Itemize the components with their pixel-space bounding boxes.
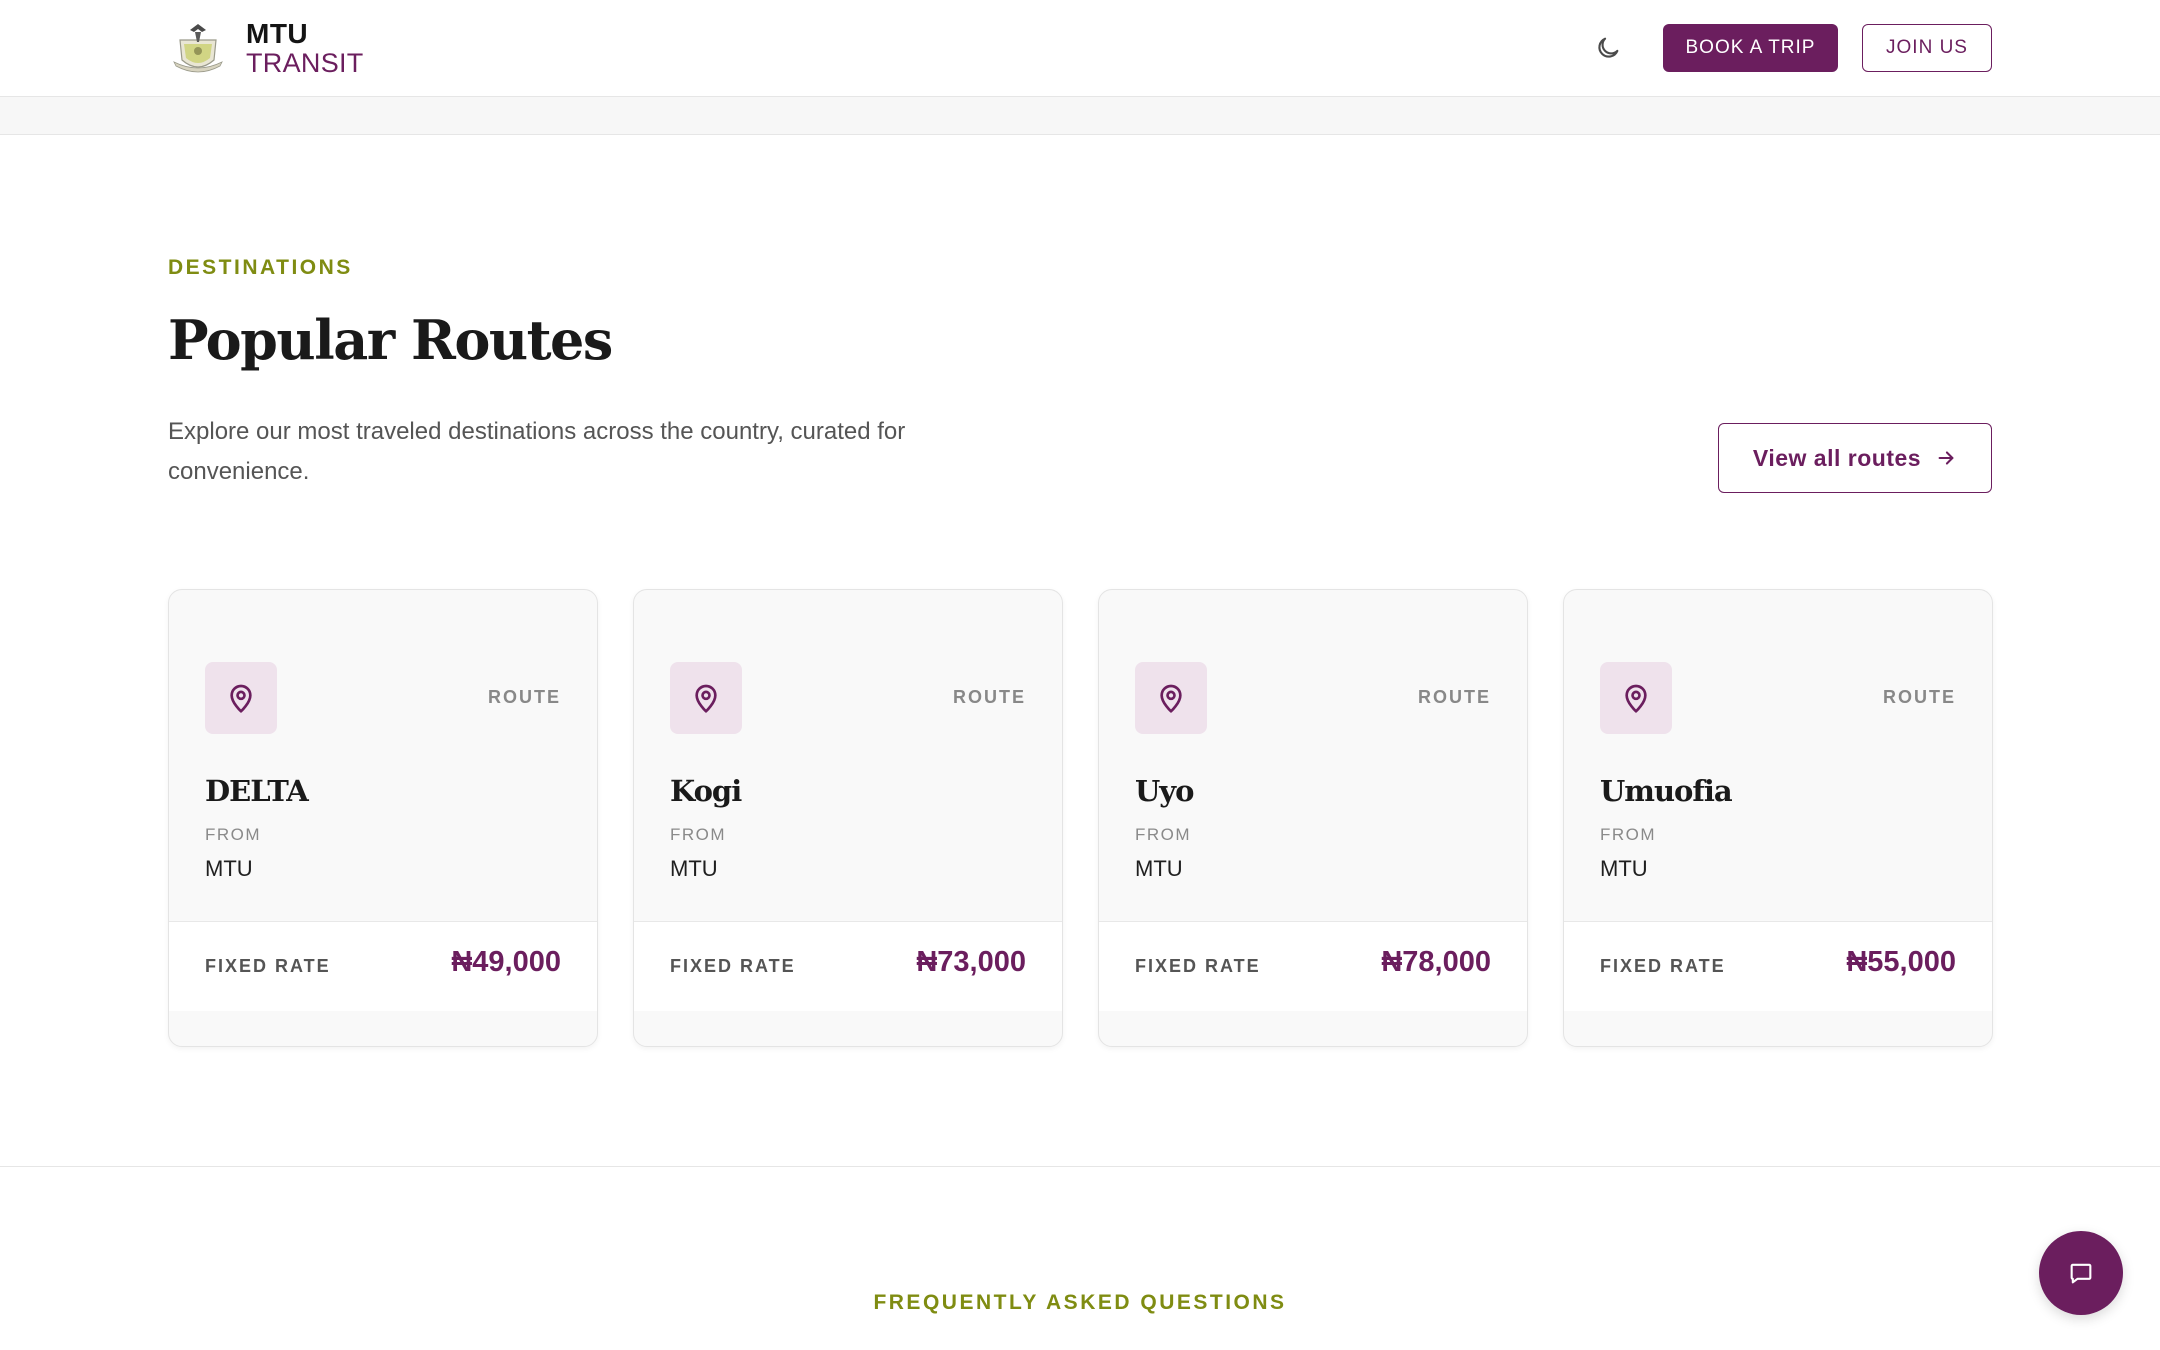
route-icon-badge [1600, 662, 1672, 734]
section-divider [0, 1166, 2160, 1167]
brand-line-transit: TRANSIT [246, 47, 364, 78]
route-price: ₦55,000 [1846, 946, 1956, 978]
map-pin-icon [1160, 684, 1182, 713]
brand-line-mtu: MTU [246, 17, 309, 49]
route-card[interactable]: ROUTE Kogi FROM MTU FIXED RATE ₦73,000 [633, 589, 1063, 1047]
page: MTU TRANSIT BOOK A TRIP JOIN US DESTINAT… [0, 0, 2160, 1350]
header-sub-bar [0, 97, 2160, 135]
route-tag: ROUTE [488, 687, 561, 707]
route-card-footer: FIXED RATE ₦49,000 [169, 921, 597, 1011]
map-pin-icon [230, 684, 252, 713]
moon-icon [1598, 37, 1619, 58]
route-origin: MTU [1135, 856, 1183, 881]
route-price: ₦49,000 [451, 946, 561, 978]
route-icon-badge [205, 662, 277, 734]
section-description: Explore our most traveled destinations a… [168, 418, 906, 485]
theme-toggle-button[interactable] [1594, 34, 1622, 62]
fixed-rate-label: FIXED RATE [1600, 956, 1726, 976]
route-card-footer: FIXED RATE ₦78,000 [1099, 921, 1527, 1011]
route-origin: MTU [1600, 856, 1648, 881]
route-from-label: FROM [670, 825, 727, 844]
route-card-footer: FIXED RATE ₦55,000 [1564, 921, 1992, 1011]
route-destination: Umuofia [1600, 774, 1733, 808]
fixed-rate-label: FIXED RATE [1135, 956, 1261, 976]
route-icon-badge [1135, 662, 1207, 734]
chat-bubble-icon [2070, 1263, 2092, 1284]
route-card-footer: FIXED RATE ₦73,000 [634, 921, 1062, 1011]
route-card[interactable]: ROUTE Uyo FROM MTU FIXED RATE ₦78,000 [1098, 589, 1528, 1047]
route-origin: MTU [670, 856, 718, 881]
route-tag: ROUTE [953, 687, 1026, 707]
brand-wordmark: MTU TRANSIT [246, 17, 364, 78]
route-destination: Uyo [1135, 774, 1194, 808]
brand-home-link[interactable]: MTU TRANSIT [168, 17, 364, 78]
section-eyebrow: DESTINATIONS [168, 256, 353, 279]
route-destination: DELTA [205, 774, 309, 808]
faq-eyebrow: FREQUENTLY ASKED QUESTIONS [873, 1291, 1287, 1314]
route-tag: ROUTE [1883, 687, 1956, 707]
route-price: ₦73,000 [916, 946, 1026, 978]
top-navbar: MTU TRANSIT BOOK A TRIP JOIN US [0, 0, 2160, 97]
route-origin: MTU [205, 856, 253, 881]
route-card[interactable]: ROUTE Umuofia FROM MTU FIXED RATE ₦55,00… [1563, 589, 1993, 1047]
route-icon-badge [670, 662, 742, 734]
fixed-rate-label: FIXED RATE [205, 956, 331, 976]
chat-support-button[interactable] [2039, 1231, 2123, 1315]
section-title: Popular Routes [168, 308, 613, 372]
arrow-right-icon [1938, 451, 1954, 465]
view-all-routes-button[interactable]: View all routes [1718, 423, 1992, 493]
join-us-button[interactable]: JOIN US [1862, 24, 1992, 72]
view-all-routes-label: View all routes [1752, 444, 1922, 471]
map-pin-icon [1625, 684, 1647, 713]
route-card[interactable]: ROUTE DELTA FROM MTU FIXED RATE ₦49,000 [168, 589, 598, 1047]
fixed-rate-label: FIXED RATE [670, 956, 796, 976]
route-from-label: FROM [1135, 825, 1192, 844]
route-destination: Kogi [670, 774, 742, 808]
route-from-label: FROM [205, 825, 262, 844]
route-price: ₦78,000 [1381, 946, 1491, 978]
book-a-trip-button[interactable]: BOOK A TRIP [1663, 24, 1838, 72]
university-crest-logo [173, 24, 223, 73]
map-pin-icon [695, 684, 717, 713]
route-from-label: FROM [1600, 825, 1657, 844]
route-tag: ROUTE [1418, 687, 1491, 707]
